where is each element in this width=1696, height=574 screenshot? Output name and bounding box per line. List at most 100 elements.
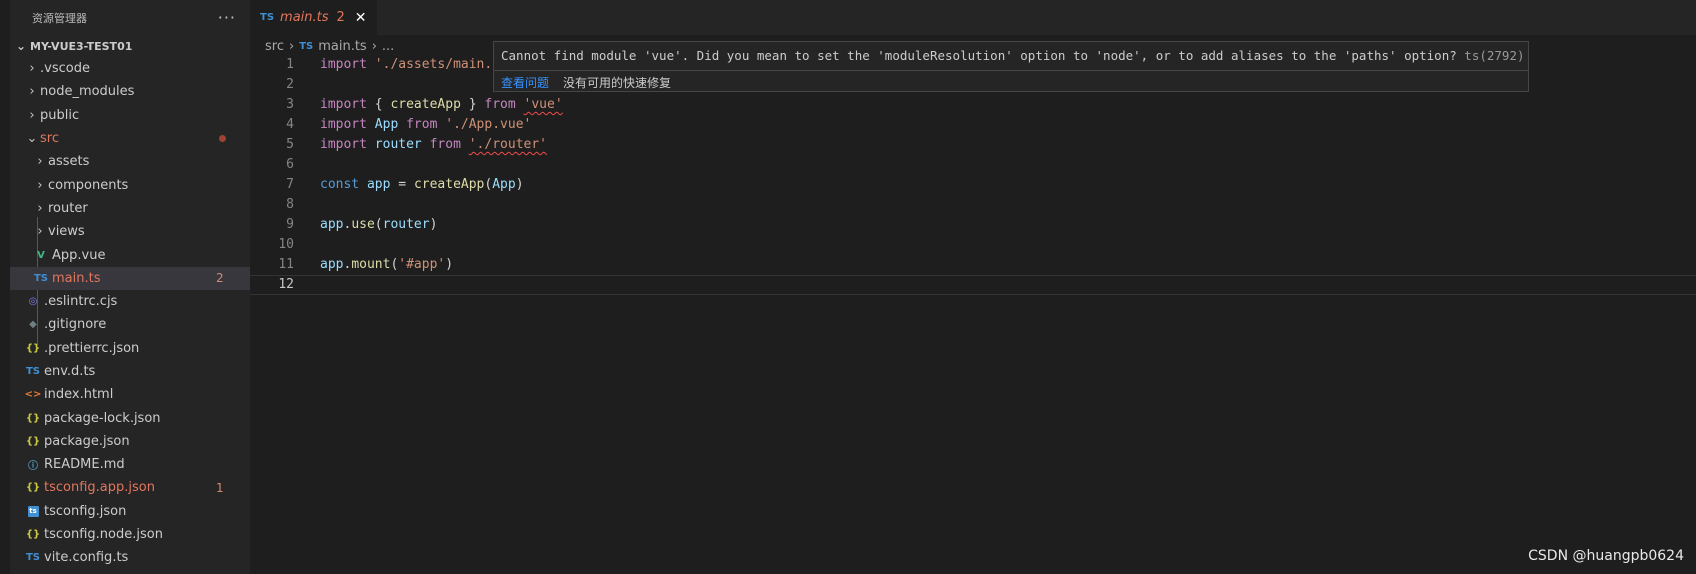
token-variable: router [382, 217, 430, 232]
project-root[interactable]: ⌄ MY-VUE3-TEST01 [10, 35, 250, 57]
token-keyword: import [320, 137, 367, 152]
hover-message: Cannot find module 'vue'. Did you mean t… [501, 48, 1457, 63]
typescript-file-icon: TS [25, 366, 41, 377]
line-number: 10 [278, 237, 294, 252]
code-line: 3 import { createApp } from 'vue' [250, 95, 1696, 115]
tree-item-label: README.md [44, 457, 125, 473]
line-number: 12 [278, 277, 294, 292]
tree-item-label: tsconfig.node.json [44, 527, 163, 543]
code-line-current: 12 [250, 275, 1696, 295]
tree-item-label: node_modules [40, 84, 135, 100]
close-icon[interactable]: ✕ [355, 10, 367, 26]
typescript-file-icon: TS [33, 272, 49, 284]
token-keyword: import [320, 97, 367, 112]
tree-item-tsconfig[interactable]: ts tsconfig.json [10, 500, 250, 523]
token-variable: router [374, 137, 422, 152]
chevron-right-icon: › [29, 84, 35, 100]
tree-item-views[interactable]: › views [10, 220, 250, 243]
chevron-right-icon: › [288, 38, 295, 54]
token-punct: = [390, 177, 414, 192]
chevron-right-icon: › [29, 107, 35, 123]
tab-main-ts[interactable]: TS main.ts 2 ✕ [250, 0, 378, 35]
tree-item-public[interactable]: › public [10, 104, 250, 127]
chevron-right-icon: › [37, 177, 43, 193]
tree-item-vite-config[interactable]: TS vite.config.ts [10, 546, 250, 569]
tree-item-vscode[interactable]: › .vscode [10, 57, 250, 80]
tree-item-prettierrc[interactable]: {} .prettierrc.json [10, 337, 250, 360]
typescript-file-icon: TS [25, 552, 41, 564]
breadcrumb-folder[interactable]: src [265, 39, 284, 54]
tree-item-package-lock[interactable]: {} package-lock.json [10, 406, 250, 429]
tree-item-label: views [48, 224, 85, 240]
tree-item-eslintrc[interactable]: ◎ .eslintrc.cjs [10, 290, 250, 313]
token-variable: App [374, 117, 399, 132]
tab-label: main.ts [280, 10, 329, 25]
tree-item-label: package-lock.json [44, 410, 161, 426]
tree-item-package-json[interactable]: {} package.json [10, 430, 250, 453]
token-keyword: from [484, 97, 516, 112]
hover-error-code: ts(2792) [1464, 48, 1525, 63]
watermark: CSDN @huangpb0624 [1528, 548, 1684, 564]
token-string-error[interactable]: 'vue' [524, 97, 563, 112]
tree-item-components[interactable]: › components [10, 173, 250, 196]
tree-item-tsconfig-app[interactable]: {} tsconfig.app.json 1 [10, 476, 250, 499]
line-content: app.mount('#app') [317, 255, 453, 275]
code-line: 10 [250, 235, 1696, 255]
tree-item-app-vue[interactable]: V App.vue [10, 243, 250, 266]
json-file-icon: {} [25, 412, 41, 424]
line-number: 3 [286, 97, 294, 112]
tree-item-label: vite.config.ts [44, 550, 129, 566]
code-line: 11 app.mount('#app') [250, 255, 1696, 275]
token-string-error[interactable]: './router' [469, 137, 547, 152]
token-variable: app [320, 257, 344, 272]
chevron-down-icon: ⌄ [26, 131, 38, 147]
token-keyword: from [406, 117, 438, 132]
line-number: 6 [286, 157, 294, 172]
editor-area: TS main.ts 2 ✕ src › TS main.ts › ... 1 … [250, 0, 1696, 574]
error-count-badge: 1 [216, 480, 224, 495]
error-count-badge: 2 [216, 271, 224, 286]
tree-item-label: .prettierrc.json [44, 340, 140, 356]
chevron-right-icon: › [29, 61, 35, 77]
line-number: 4 [286, 117, 294, 132]
token-variable: App [492, 177, 516, 192]
tree-item-node-modules[interactable]: › node_modules [10, 80, 250, 103]
token-punct: { [374, 97, 391, 112]
more-actions-icon[interactable]: ··· [218, 8, 236, 27]
line-content [317, 155, 320, 175]
tree-item-src[interactable]: ⌄ src [10, 127, 250, 150]
chevron-right-icon: › [37, 200, 43, 216]
code-line: 8 [250, 195, 1696, 215]
tree-item-assets[interactable]: › assets [10, 150, 250, 173]
tree-item-index-html[interactable]: <> index.html [10, 383, 250, 406]
tree-item-label: .gitignore [44, 317, 107, 333]
tree-item-gitignore[interactable]: ◆ .gitignore [10, 313, 250, 336]
hover-actions: 查看问题 没有可用的快速修复 [494, 71, 1528, 93]
tree-item-label: main.ts [52, 270, 101, 286]
window-edge [0, 0, 10, 574]
tree-item-label: tsconfig.json [44, 503, 127, 519]
code-line: 7 const app = createApp(App) [250, 175, 1696, 195]
no-quick-fix-label: 没有可用的快速修复 [563, 75, 672, 90]
line-number: 7 [286, 177, 294, 192]
token-variable: app [320, 217, 344, 232]
line-content [317, 75, 320, 95]
project-name: MY-VUE3-TEST01 [30, 39, 133, 53]
code-line: 4 import App from './App.vue' [250, 115, 1696, 135]
breadcrumb-symbols[interactable]: ... [382, 39, 394, 54]
line-number: 1 [286, 57, 294, 72]
vue-file-icon: V [37, 249, 45, 261]
code-line: 6 [250, 155, 1696, 175]
tree-item-main-ts[interactable]: TS main.ts 2 [10, 266, 250, 290]
view-problem-link[interactable]: 查看问题 [501, 74, 549, 91]
tree-item-readme[interactable]: ⓘ README.md [10, 453, 250, 476]
line-content: const app = createApp(App) [317, 175, 524, 195]
tree-item-env-d-ts[interactable]: TS env.d.ts [10, 360, 250, 383]
tree-item-tsconfig-node[interactable]: {} tsconfig.node.json [10, 523, 250, 546]
tree-item-label: tsconfig.app.json [44, 480, 155, 496]
line-number: 11 [278, 257, 294, 272]
breadcrumb-file[interactable]: main.ts [318, 39, 366, 54]
typescript-file-icon: TS [299, 40, 314, 52]
tree-item-router[interactable]: › router [10, 197, 250, 220]
token-variable: app [366, 177, 391, 192]
